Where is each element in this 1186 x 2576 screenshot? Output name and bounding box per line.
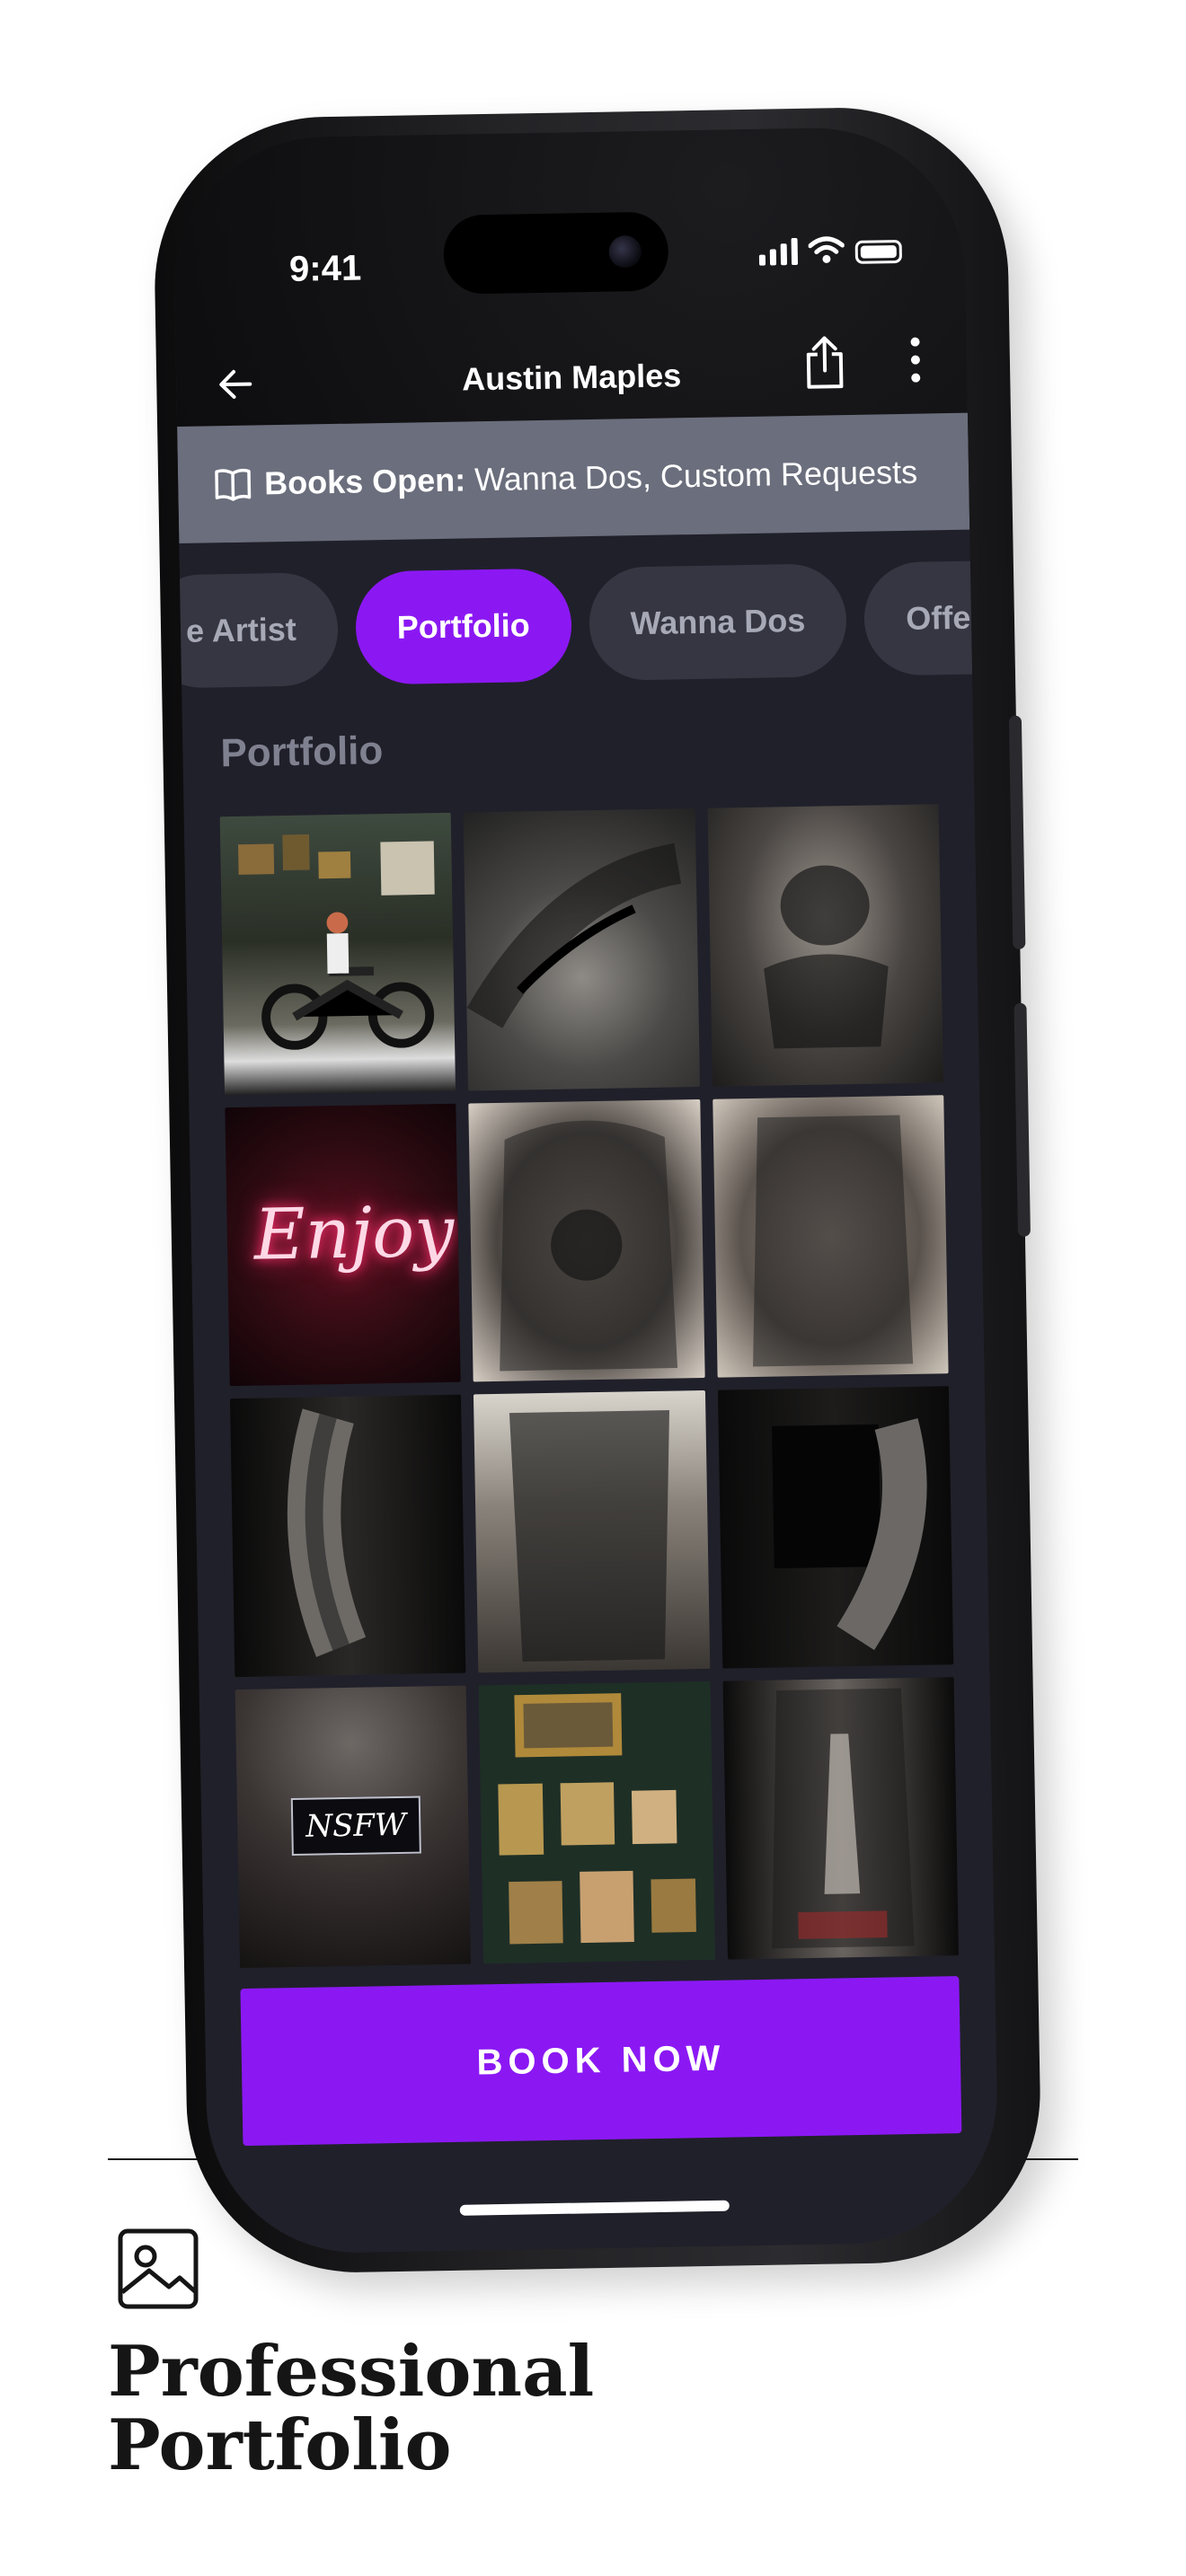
portfolio-image[interactable] <box>478 1681 715 1964</box>
volume-up-button <box>1008 715 1026 949</box>
tattoo-arm-portrait-photo-icon <box>771 1418 927 1651</box>
tattoo-full-back-photo-icon <box>509 1410 670 1663</box>
wifi-icon <box>808 236 845 263</box>
phone-frame: 9:41 Austin Maples Books Open: Wanna Dos… <box>152 104 1043 2276</box>
tab-portfolio[interactable]: Portfolio <box>354 568 572 685</box>
tattoo-bodysuit-photo-icon <box>752 1115 913 1367</box>
books-open-label: Books Open: <box>263 461 466 502</box>
battery-icon <box>854 239 903 264</box>
portfolio-image[interactable] <box>717 1386 954 1669</box>
tattoo-back-piece-photo-icon <box>771 1688 915 1949</box>
status-time: 9:41 <box>288 248 362 289</box>
nav-bar: Austin Maples <box>175 323 968 427</box>
tab-artist[interactable]: e Artist <box>172 571 339 689</box>
feature-title-line2: Portfolio <box>108 2404 452 2486</box>
portfolio-image[interactable] <box>722 1677 959 1960</box>
book-icon <box>215 468 252 501</box>
books-open-value: Wanna Dos, Custom Requests <box>474 453 918 498</box>
feature-title-line1: Professional <box>108 2331 595 2413</box>
section-title: Portfolio <box>220 728 384 776</box>
portfolio-image[interactable] <box>474 1389 710 1673</box>
tattoo-back-photo-icon <box>763 865 889 1049</box>
tab-wanna-dos[interactable]: Wanna Dos <box>588 563 848 682</box>
more-vertical-icon[interactable] <box>904 334 926 384</box>
portfolio-grid: Enjoy NSFW <box>219 804 959 1969</box>
books-open-banner: Books Open: Wanna Dos, Custom Requests <box>177 412 970 544</box>
tattoo-sleeve-photo-icon <box>287 1408 367 1657</box>
portfolio-image[interactable] <box>468 1098 705 1382</box>
status-icons <box>758 234 903 266</box>
profile-tabs: e Artist Portfolio Wanna Dos Offerin <box>172 560 1000 689</box>
portfolio-image[interactable]: Enjoy <box>225 1103 462 1387</box>
image-icon <box>118 2228 199 2309</box>
tattoo-arm-photo-icon <box>467 842 682 1028</box>
book-now-button[interactable]: BOOK NOW <box>240 1976 962 2147</box>
dynamic-island <box>443 211 669 295</box>
tattoo-torso-photo-icon <box>500 1120 678 1372</box>
volume-down-button <box>1013 1002 1031 1237</box>
portfolio-image[interactable] <box>463 808 700 1091</box>
share-icon[interactable] <box>799 334 850 393</box>
tab-offerings[interactable]: Offerin <box>863 560 1000 676</box>
home-indicator[interactable] <box>459 2200 730 2216</box>
neon-sign-text: Enjoy <box>253 1191 455 1276</box>
signal-icon <box>758 237 799 266</box>
portfolio-image-nsfw[interactable]: NSFW <box>235 1685 472 1969</box>
framed-art-wall-photo-icon <box>498 1693 697 1945</box>
portfolio-image[interactable] <box>229 1394 466 1678</box>
portfolio-image[interactable] <box>707 804 943 1087</box>
feature-title: Professional Portfolio <box>108 2335 594 2483</box>
app-screen: 9:41 Austin Maples Books Open: Wanna Dos… <box>172 125 1000 2255</box>
motorcycle-photo-icon <box>238 834 435 1050</box>
nsfw-badge: NSFW <box>290 1795 421 1857</box>
portfolio-image[interactable] <box>219 812 456 1096</box>
portfolio-image[interactable] <box>712 1095 949 1378</box>
camera-icon <box>608 234 642 269</box>
